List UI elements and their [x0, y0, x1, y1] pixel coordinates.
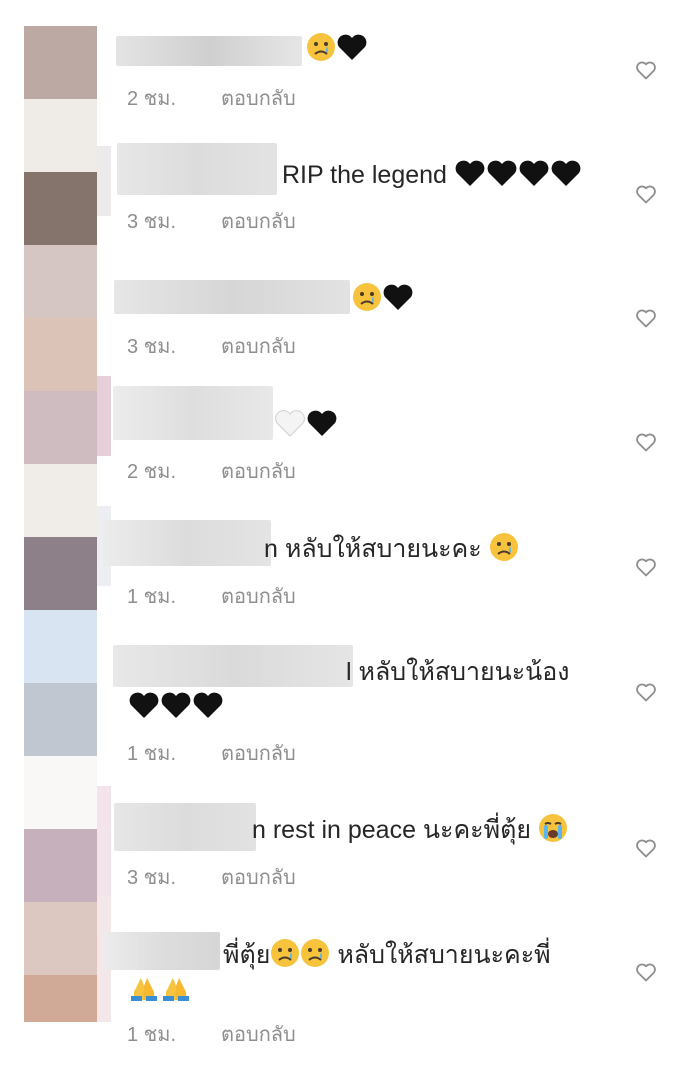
reply-button[interactable]: ตอบกลับ — [221, 737, 296, 769]
black-heart-emoji — [455, 160, 485, 186]
comment-time: 3 ชม. — [127, 867, 176, 889]
sad-emoji — [271, 939, 300, 967]
avatar-column — [24, 26, 97, 1022]
black-heart-emoji — [161, 692, 191, 718]
heart-icon[interactable] — [634, 960, 658, 984]
comment-text — [306, 32, 368, 65]
blurred-username — [114, 280, 350, 314]
blurred-username — [103, 932, 220, 970]
blurred-username — [103, 520, 271, 566]
comment-time: 1 ชม. — [127, 743, 176, 765]
comment-text-line-2 — [128, 972, 192, 1005]
comment-text — [274, 408, 338, 441]
black-heart-emoji — [519, 160, 549, 186]
black-heart-emoji — [337, 34, 367, 60]
avatar — [24, 829, 97, 902]
reply-button[interactable]: ตอบกลับ — [221, 1018, 296, 1050]
heart-icon[interactable] — [634, 182, 658, 206]
avatar — [24, 537, 97, 610]
reply-button[interactable]: ตอบกลับ — [221, 861, 296, 893]
comment-body-continued: หลับให้สบายนะคะพี่ — [337, 941, 551, 969]
avatar — [24, 26, 97, 99]
comment-time: 3 ชม. — [127, 211, 176, 233]
blurred-username — [113, 386, 273, 440]
heart-icon[interactable] — [634, 430, 658, 454]
reply-button[interactable]: ตอบกลับ — [221, 205, 296, 237]
comment-text: n หลับให้สบายนะคะ — [264, 532, 519, 565]
heart-icon[interactable] — [634, 555, 658, 579]
comment-body: พี่ตุ้ย — [223, 941, 271, 969]
heart-icon[interactable] — [634, 306, 658, 330]
black-heart-emoji — [487, 160, 517, 186]
avatar — [24, 245, 97, 318]
comment-text: n rest in peace นะคะพี่ตุ้ย — [252, 813, 568, 846]
heart-icon[interactable] — [634, 58, 658, 82]
reply-button[interactable]: ตอบกลับ — [221, 330, 296, 362]
crying-emoji — [538, 814, 567, 842]
sad-emoji — [353, 283, 381, 311]
black-heart-emoji — [129, 692, 159, 718]
black-heart-emoji — [307, 410, 337, 436]
white-heart-emoji — [275, 410, 305, 437]
comment-time: 2 ชม. — [127, 461, 176, 483]
blurred-username — [117, 143, 277, 195]
avatar — [24, 464, 97, 537]
avatar — [24, 391, 97, 464]
black-heart-emoji — [551, 160, 581, 186]
comment-body: RIP the legend — [282, 161, 447, 189]
avatar — [24, 683, 97, 756]
comment-body: n rest in peace นะคะพี่ตุ้ย — [252, 816, 531, 844]
folded-hands-emoji — [163, 978, 189, 1001]
comment-text — [352, 282, 414, 315]
black-heart-emoji — [193, 692, 223, 718]
heart-icon[interactable] — [634, 836, 658, 860]
comment-time: 1 ชม. — [127, 586, 176, 608]
comment-text: RIP the legend — [282, 158, 582, 191]
comment-text: l หลับให้สบายนะน้อง — [346, 656, 570, 688]
avatar — [24, 975, 97, 1022]
heart-icon[interactable] — [634, 680, 658, 704]
sad-emoji — [307, 33, 335, 61]
blurred-username — [113, 645, 353, 687]
comment-body: l หลับให้สบายนะน้อง — [346, 658, 570, 686]
comment-body: n หลับให้สบายนะคะ — [264, 535, 482, 563]
avatar — [24, 318, 97, 391]
black-heart-emoji — [383, 284, 413, 310]
avatar — [24, 172, 97, 245]
reply-button[interactable]: ตอบกลับ — [221, 580, 296, 612]
reply-button[interactable]: ตอบกลับ — [221, 82, 296, 114]
avatar — [24, 99, 97, 172]
avatar — [24, 902, 97, 975]
reply-button[interactable]: ตอบกลับ — [221, 455, 296, 487]
avatar — [24, 610, 97, 683]
comment-time: 2 ชม. — [127, 88, 176, 110]
comment-time: 1 ชม. — [127, 1024, 176, 1046]
sad-emoji — [301, 939, 330, 967]
blurred-username — [114, 803, 256, 851]
comment-text: พี่ตุ้ย หลับให้สบายนะคะพี่ — [223, 938, 551, 971]
folded-hands-emoji — [131, 978, 157, 1001]
comment-text-line-2 — [128, 690, 224, 723]
blurred-username — [116, 36, 302, 66]
comment-time: 3 ชม. — [127, 336, 176, 358]
sad-emoji — [489, 533, 518, 561]
avatar — [24, 756, 97, 829]
